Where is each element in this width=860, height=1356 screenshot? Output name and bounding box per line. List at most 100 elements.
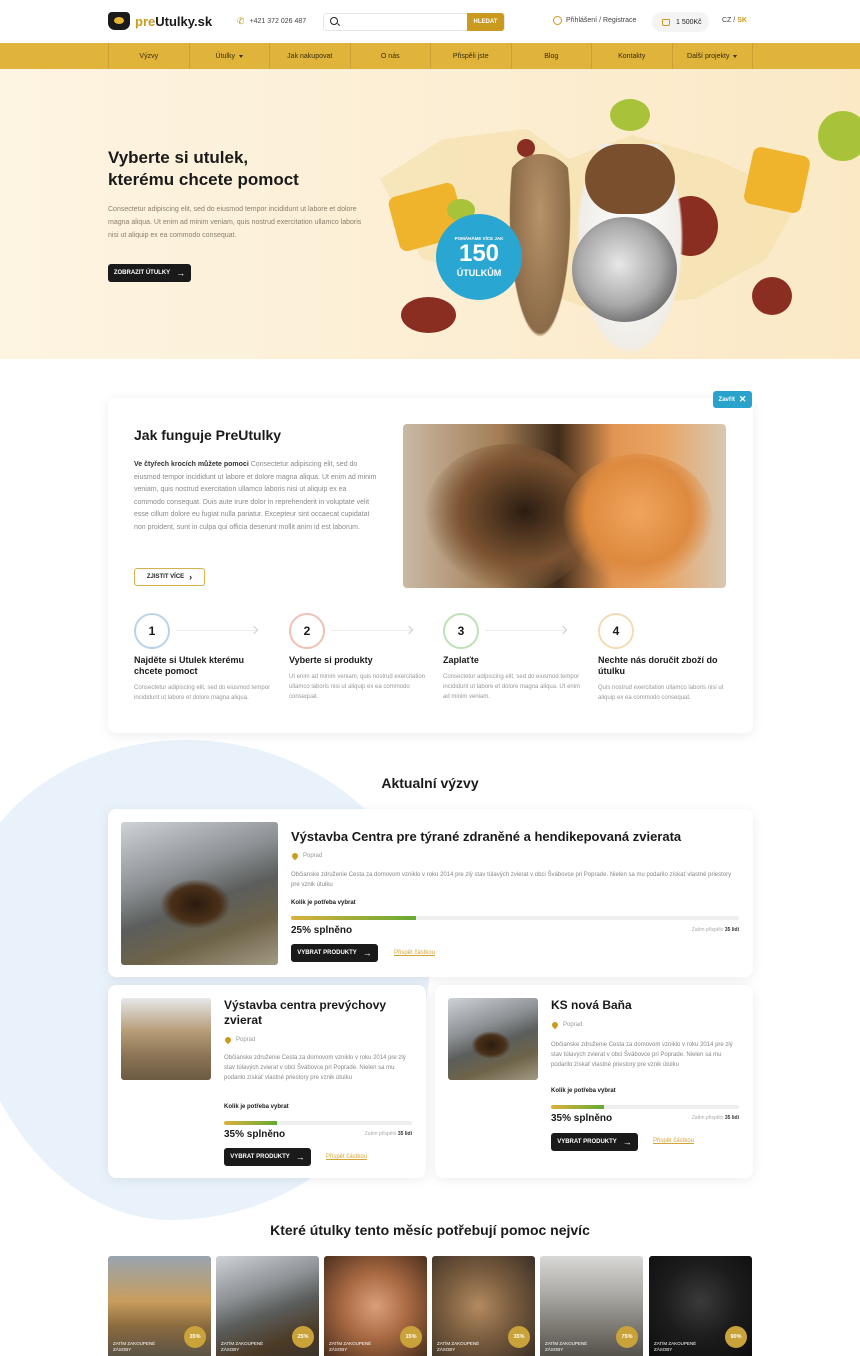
lang-sk[interactable]: SK <box>737 17 747 24</box>
nav-item-dalsi-projekty[interactable]: Další projekty <box>673 43 753 69</box>
step-1: 1 Najděte si Utulek kterému chcete pomoc… <box>134 613 274 703</box>
step-text: Ut enim ad minim veniam, quis nostrud ex… <box>289 674 426 700</box>
step-3: 3 Zaplaťte Consectetur adipiscing elit, … <box>443 613 583 702</box>
challenge-contributors: Zatím přispělo 35 lidí <box>691 1115 739 1121</box>
treat-image <box>752 277 792 315</box>
challenge-description: Občianske združenie Cesta za domovom vzn… <box>551 1042 733 1068</box>
learn-more-button[interactable]: ZJISTIT VÍCE › <box>134 568 205 586</box>
challenge-progress-bar <box>551 1105 739 1109</box>
choose-products-button[interactable]: VYBRAT PRODUKTY → <box>291 944 378 962</box>
step-text: Quis nostrud exercitation ullamco labori… <box>598 685 724 701</box>
treat-image <box>818 111 860 161</box>
search-button[interactable]: HLEDAT <box>467 13 504 31</box>
show-shelters-button[interactable]: ZOBRAZIT ÚTULKY → <box>108 264 191 282</box>
challenge-title[interactable]: Výstavba Centra pre týrané zdraněné a he… <box>291 829 741 844</box>
bowl-image <box>572 217 677 322</box>
step-text: Consectetur adipiscing elit, sed do eius… <box>134 685 271 701</box>
donate-amount-link[interactable]: Přispět částkou <box>326 1154 367 1160</box>
shelter-tile[interactable]: ZATÍM ZAKOUPENÉ ZÁSOBY 35% <box>432 1256 535 1356</box>
chevron-right-icon: › <box>189 571 193 582</box>
shelter-tile[interactable]: ZATÍM ZAKOUPENÉ ZÁSOBY 15% <box>324 1256 427 1356</box>
shelter-tile[interactable]: ZATÍM ZAKOUPENÉ ZÁSOBY 35% <box>108 1256 211 1356</box>
hero-title: Vyberte si utulek, kterému chcete pomoct <box>108 148 299 189</box>
search-icon <box>330 17 340 27</box>
treat-image <box>742 145 812 215</box>
shelters-title: Které útulky tento měsíc potřebují pomoc… <box>270 1222 590 1238</box>
challenge-description: Občianske združenie Cesta za domovom vzn… <box>224 1055 406 1081</box>
phone-number: +421 372 026 487 <box>249 18 307 25</box>
shelter-count-badge: POMÁHÁME VÍCE JAK 150 ÚTULKŮM <box>436 214 522 300</box>
nav-item-prispeli-jste[interactable]: Přispěli jste <box>431 43 512 69</box>
tile-percent: 35% <box>184 1326 206 1348</box>
step-connector <box>485 630 565 631</box>
challenge-photo <box>448 998 538 1080</box>
shelter-tile[interactable]: ZATÍM ZAKOUPENÉ ZÁSOBY 90% <box>649 1256 752 1356</box>
challenge-need-label: Kolik je potřeba vybrat <box>291 900 356 906</box>
tile-percent: 35% <box>508 1326 530 1348</box>
search-box: HLEDAT <box>323 13 505 31</box>
progress-fill <box>291 916 417 920</box>
challenge-progress-bar <box>224 1121 412 1125</box>
donate-amount-link[interactable]: Přispět částkou <box>394 950 435 956</box>
logo-text-pre: pre <box>135 13 156 29</box>
challenge-title[interactable]: KS nová Baňa <box>551 998 741 1013</box>
step-title: Nechte nás doručit zboží do útulku <box>598 655 718 676</box>
close-button[interactable]: Zavřít ✕ <box>713 391 752 408</box>
step-title: Najděte si Utulek kterému chcete pomoct <box>134 655 245 676</box>
badge-number: 150 <box>458 240 500 267</box>
login-link[interactable]: Přihlášení / Registrace <box>553 16 636 25</box>
step-2: 2 Vyberte si produkty Ut enim ad minim v… <box>289 613 429 702</box>
arrow-right-icon: → <box>622 1136 632 1147</box>
challenge-title[interactable]: Výstavba centra prevýchovy zvierat <box>224 998 414 1028</box>
donate-amount-link[interactable]: Přispět částkou <box>653 1138 694 1144</box>
close-icon: ✕ <box>738 394 747 404</box>
treat-image <box>401 297 456 333</box>
tile-label: ZATÍM ZAKOUPENÉ ZÁSOBY <box>654 1341 697 1352</box>
challenge-photo <box>121 822 278 965</box>
challenge-contributors: Zatím přispělo 35 lidí <box>364 1131 412 1137</box>
choose-products-button[interactable]: VYBRAT PRODUKTY → <box>551 1133 638 1151</box>
nav-item-blog[interactable]: Blog <box>512 43 592 69</box>
arrow-right-icon: → <box>176 267 186 278</box>
nav-item-kontakty[interactable]: Kontakty <box>592 43 673 69</box>
tile-percent: 25% <box>292 1326 314 1348</box>
challenge-location: Poprad <box>550 1020 582 1030</box>
challenge-percent: 35% splněno <box>224 1129 286 1140</box>
search-input[interactable] <box>340 14 467 30</box>
step-4: 4 Nechte nás doručit zboží do útulku Qui… <box>598 613 738 703</box>
tile-label: ZATÍM ZAKOUPENÉ ZÁSOBY <box>113 1341 156 1352</box>
challenge-location: Poprad <box>290 851 322 861</box>
choose-products-button[interactable]: VYBRAT PRODUKTY → <box>224 1148 311 1166</box>
step-title: Vyberte si produkty <box>289 655 373 665</box>
hero-text: Consectetur adipiscing elit, sed do eius… <box>108 206 362 239</box>
nav-item-utulky[interactable]: Útulky <box>190 43 270 69</box>
shelter-tile[interactable]: ZATÍM ZAKOUPENÉ ZÁSOBY 75% <box>540 1256 643 1356</box>
challenges-title: Aktualní výzvy <box>381 775 479 791</box>
shelter-tile[interactable]: ZATÍM ZAKOUPENÉ ZÁSOBY 25% <box>216 1256 319 1356</box>
challenge-percent: 35% splněno <box>551 1113 613 1124</box>
dog-and-cat-photo <box>403 424 726 588</box>
how-title: Jak funguje PreUtulky <box>134 427 282 443</box>
lang-cz[interactable]: CZ / <box>722 17 735 24</box>
cart-button[interactable]: 1 500Kč <box>652 12 709 32</box>
nav-item-vyzvy[interactable]: Výzvy <box>109 43 190 69</box>
step-title: Zaplaťte <box>443 655 479 665</box>
location-pin-icon <box>290 851 300 861</box>
nav-item-jak-nakupovat[interactable]: Jak nakupovat <box>270 43 351 69</box>
tile-label: ZATÍM ZAKOUPENÉ ZÁSOBY <box>545 1341 588 1352</box>
nav-item-o-nas[interactable]: O nás <box>351 43 431 69</box>
challenge-contributors: Zatím přispělo 35 lidí <box>691 927 739 933</box>
challenge-location: Poprad <box>223 1035 255 1045</box>
step-connector <box>331 630 411 631</box>
language-switch[interactable]: CZ / SK <box>722 17 747 24</box>
chevron-down-icon <box>238 54 243 58</box>
step-number: 3 <box>443 613 479 649</box>
how-text: Ve čtyřech krocích můžete pomoci Consect… <box>134 461 377 531</box>
phone-icon: ✆ <box>237 16 245 26</box>
phone-contact[interactable]: ✆ +421 372 026 487 <box>237 16 306 27</box>
badge-label: ÚTULKŮM <box>456 268 502 278</box>
dog-head-image <box>585 144 675 214</box>
header: preUtulky.sk ✆ +421 372 026 487 HLEDAT P… <box>0 0 860 43</box>
logo[interactable]: preUtulky.sk <box>108 12 212 30</box>
challenge-percent: 25% splněno <box>291 925 353 936</box>
